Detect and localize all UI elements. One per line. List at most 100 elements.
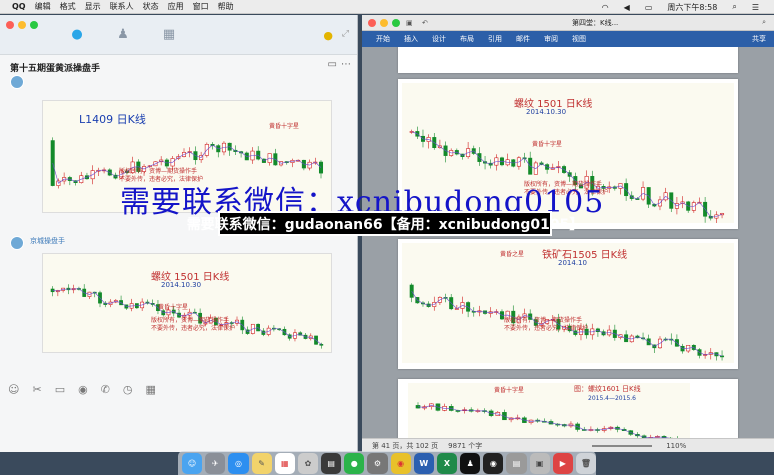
- wechat-icon[interactable]: ●: [344, 452, 365, 474]
- search-icon[interactable]: ⌕: [732, 2, 736, 12]
- scissors-icon[interactable]: ✂: [32, 383, 41, 396]
- menu-help[interactable]: 帮助: [218, 1, 234, 12]
- candle-body: [409, 284, 414, 298]
- minimize-button[interactable]: [380, 19, 388, 27]
- notes-icon[interactable]: ✎: [251, 452, 272, 474]
- calendar-icon[interactable]: ▦: [274, 452, 295, 474]
- app-icon[interactable]: ▤: [321, 452, 342, 474]
- battery-icon[interactable]: ▭: [645, 3, 653, 12]
- history-icon[interactable]: ◷: [123, 383, 133, 396]
- photos-icon[interactable]: ✿: [297, 452, 319, 474]
- word-statusbar: 第 41 页，共 102 页 9871 个字 110%: [362, 438, 774, 452]
- chart-annotation: 黄昏十字星: [158, 304, 189, 311]
- chart-date: 2014.10.30: [526, 108, 567, 116]
- chat-tab-icon[interactable]: ●: [68, 25, 86, 43]
- zoom-button[interactable]: [392, 19, 400, 27]
- share-button[interactable]: 共享: [752, 34, 766, 44]
- app-icon[interactable]: ▶: [552, 452, 573, 474]
- word-titlebar: ▣ ↶ 第四堂：K线... ⌕: [362, 15, 774, 31]
- ribbon-tab-layout[interactable]: 布局: [460, 34, 474, 44]
- trash-icon[interactable]: 🗑: [575, 452, 597, 474]
- folder-icon[interactable]: ▭: [328, 59, 337, 70]
- launchpad-icon[interactable]: ✈: [205, 452, 226, 474]
- menu-window[interactable]: 窗口: [193, 1, 209, 12]
- chart-note: 不要外传，违者必究，法律保护: [504, 325, 589, 332]
- calendar-icon[interactable]: ▦: [146, 383, 156, 396]
- ribbon-tab-design[interactable]: 设计: [432, 34, 446, 44]
- word-count[interactable]: 9871 个字: [448, 441, 482, 451]
- moving-average-line: [417, 404, 671, 438]
- microphone-icon[interactable]: ◉: [78, 383, 88, 396]
- phone-icon[interactable]: ✆: [101, 383, 110, 396]
- menu-app-qq[interactable]: QQ: [12, 2, 26, 11]
- settings-icon[interactable]: ⚙: [367, 452, 388, 474]
- minimize-button[interactable]: [18, 21, 26, 29]
- contacts-tab-icon[interactable]: ♟: [114, 25, 132, 43]
- clock[interactable]: 周六下午8:58: [667, 2, 717, 13]
- ribbon-tab-review[interactable]: 审阅: [544, 34, 558, 44]
- zoom-slider[interactable]: [592, 444, 653, 447]
- page-count[interactable]: 第 41 页，共 102 页: [372, 441, 438, 451]
- document-page: 黄昏十字星 图：螺纹1601 日K线 2015.4—2015.6: [398, 379, 738, 438]
- wifi-icon[interactable]: ◠: [602, 3, 609, 12]
- finder-icon[interactable]: ☺: [182, 452, 203, 474]
- document-page: [398, 47, 738, 73]
- doc-title: 第四堂：K线...: [572, 18, 619, 27]
- pin-icon[interactable]: ⤢: [342, 29, 349, 39]
- doc-image-ironore1505[interactable]: 铁矿石1505 日K线 2014.10 黄昏之星 版权所有，资博—期货操作手 不…: [402, 243, 734, 363]
- candle-body: [50, 140, 55, 186]
- ribbon-tab-view[interactable]: 视图: [572, 34, 586, 44]
- volume-icon[interactable]: ◀: [624, 3, 630, 12]
- excel-icon[interactable]: X: [436, 452, 458, 474]
- chat-image-rebar1501[interactable]: 螺纹 1501 日K线 2014.10.30 黄昏十字星 版权所有，资博—期货操…: [42, 253, 332, 353]
- emoji-icon[interactable]: ☺: [8, 383, 19, 396]
- apps-tab-icon[interactable]: ▦: [160, 25, 178, 43]
- screen-recorder-icon[interactable]: ◉: [483, 452, 504, 474]
- list-icon[interactable]: ☰: [752, 3, 759, 12]
- sender-name: 京城操盘手: [30, 237, 65, 245]
- menu-contacts[interactable]: 联系人: [110, 1, 134, 12]
- emoji-icon[interactable]: ●: [323, 29, 333, 42]
- safari-icon[interactable]: ◎: [228, 452, 249, 474]
- chat-toolbar: ☺ ✂ ▭ ◉ ✆ ◷ ▦: [8, 383, 156, 396]
- ribbon-tab-references[interactable]: 引用: [488, 34, 502, 44]
- ribbon-tab-insert[interactable]: 插入: [404, 34, 418, 44]
- qq-icon[interactable]: ♟: [460, 452, 481, 474]
- ribbon-tab-mailings[interactable]: 邮件: [516, 34, 530, 44]
- menu-apps[interactable]: 应用: [168, 1, 184, 12]
- chart-annotation: 黄昏十字星: [532, 141, 563, 148]
- menu-status[interactable]: 状态: [143, 1, 159, 12]
- app-icon[interactable]: ▤: [506, 452, 527, 474]
- qq-toolbar: ● ♟ ▦ ● ⤢: [0, 15, 357, 55]
- kline-chart-rebar1601: [415, 402, 678, 438]
- search-icon[interactable]: ⌕: [762, 18, 766, 27]
- menubar: QQ 编辑 格式 显示 联系人 状态 应用 窗口 帮助 ◠ ◀ ▭ 周六下午8:…: [0, 0, 774, 14]
- chrome-icon[interactable]: ◉: [390, 452, 411, 474]
- close-button[interactable]: [368, 19, 376, 27]
- chart-note: 不要外传，违者必究，法律保护: [151, 325, 236, 332]
- chart-date: 2014.10: [558, 259, 587, 267]
- contact-banner: 需要联系微信：gudaonan66【备用：xcnibudong0105】: [187, 211, 583, 236]
- app-icon[interactable]: ▣: [529, 452, 550, 474]
- document-canvas[interactable]: 螺纹 1501 日K线 2014.10.30 黄昏十字星 版权所有，资博—期货操…: [362, 47, 774, 438]
- zoom-button[interactable]: [30, 21, 38, 29]
- menu-view[interactable]: 显示: [85, 1, 101, 12]
- doc-image-rebar1601[interactable]: 黄昏十字星 图：螺纹1601 日K线 2015.4—2015.6: [408, 383, 690, 438]
- zoom-level[interactable]: 110%: [666, 442, 686, 450]
- avatar[interactable]: [10, 236, 24, 250]
- menu-edit[interactable]: 编辑: [35, 1, 51, 12]
- word-icon[interactable]: W: [413, 452, 434, 474]
- chart-title: L1409 日K线: [79, 113, 146, 126]
- chart-annotation: 黄昏十字星: [269, 123, 300, 130]
- more-icon[interactable]: ⋯: [341, 59, 351, 70]
- folder-icon[interactable]: ▭: [55, 383, 65, 396]
- save-icon[interactable]: ▣: [406, 19, 413, 27]
- close-button[interactable]: [6, 21, 14, 29]
- chart-annotation: 黄昏十字星: [494, 387, 525, 394]
- avatar[interactable]: [10, 75, 24, 89]
- chart-date: 2014.10.30: [161, 281, 202, 289]
- menu-format[interactable]: 格式: [60, 1, 76, 12]
- ribbon-tab-home[interactable]: 开始: [376, 34, 390, 44]
- undo-icon[interactable]: ↶: [422, 19, 428, 27]
- chart-title: 图：螺纹1601 日K线: [574, 385, 641, 393]
